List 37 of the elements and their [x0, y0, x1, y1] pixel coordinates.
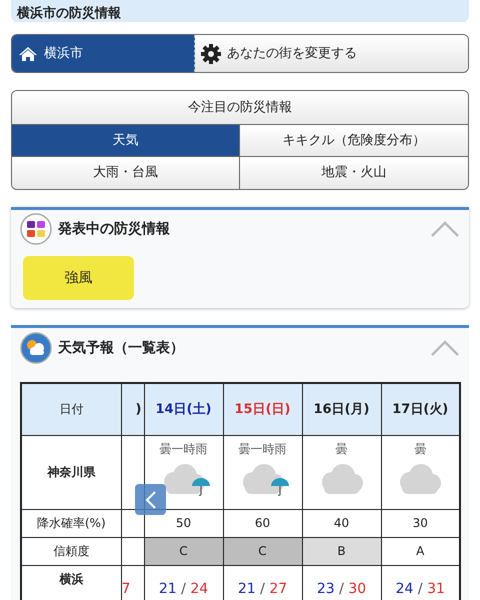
table-cell: C	[144, 537, 223, 565]
home-icon	[18, 46, 38, 62]
temperature-cell: 7	[121, 565, 144, 600]
current-city-button[interactable]: 横浜市	[12, 35, 195, 72]
weather-text: 曇	[334, 440, 348, 458]
card-title: 発表中の防災情報	[58, 220, 171, 238]
table-cell: 40	[302, 509, 381, 537]
alert-info-icon	[20, 213, 52, 245]
settings-icon	[201, 44, 221, 64]
table-cell	[121, 537, 144, 565]
table-cell: 60	[223, 509, 302, 537]
date-cell: )	[121, 383, 144, 435]
table-cell: A	[381, 537, 460, 565]
scroll-left-button[interactable]	[135, 484, 166, 515]
category-tab[interactable]: 天気	[12, 125, 240, 157]
date-cell: 15日(日)	[223, 383, 302, 435]
weather-text: 曇	[413, 440, 428, 458]
weather-text: 曇一時雨	[158, 440, 208, 458]
row-header: 降水確率(%)	[21, 509, 121, 537]
table-cell: C	[223, 537, 302, 565]
weather-icon	[20, 332, 52, 364]
category-tab[interactable]: 大雨・台風	[12, 157, 240, 189]
section-heading: 今注目の防災情報	[12, 91, 468, 125]
collapse-icon[interactable]	[430, 339, 460, 357]
change-city-button[interactable]: あなたの街を変更する	[195, 35, 468, 72]
date-cell: 14日(土)	[144, 383, 223, 435]
collapse-icon[interactable]	[430, 220, 460, 238]
page-title: 横浜市の防災情報	[17, 7, 121, 20]
table-cell: B	[302, 537, 381, 565]
date-cell: 16日(月)	[302, 383, 381, 435]
row-header: 神奈川県	[21, 435, 121, 509]
chevron-left-icon	[144, 490, 156, 510]
card-title: 天気予報（一覧表）	[58, 338, 185, 358]
row-header: 日付	[21, 383, 121, 435]
weather-text: 曇一時雨	[238, 440, 288, 458]
row-header: 信頼度	[21, 537, 121, 565]
warning-badge[interactable]: 強風	[23, 256, 134, 300]
